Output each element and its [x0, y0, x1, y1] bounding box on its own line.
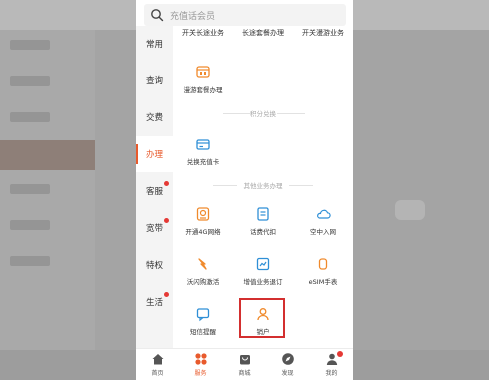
category-privilege[interactable]: 特权: [136, 247, 173, 283]
search-placeholder: 充值话会员: [170, 11, 216, 22]
item-sms-reminder[interactable]: 短信提醒: [173, 306, 233, 336]
flash-icon: [198, 258, 207, 270]
tab-label: 我的: [325, 370, 338, 377]
tab-label: 服务: [194, 370, 207, 377]
watch-icon: [318, 258, 328, 270]
section-title: 积分兑换: [250, 110, 276, 118]
search-bar[interactable]: 充值话会员: [144, 4, 346, 26]
item-label: 漫游套餐办理: [183, 86, 223, 94]
message-icon: [196, 308, 210, 322]
tab-label: 商城: [238, 370, 251, 377]
category-sidebar: 常用 查询 交费 办理 客服 宽带 特权 生活: [136, 26, 173, 348]
tab-discover[interactable]: 发现: [266, 352, 309, 377]
tab-label: 首页: [151, 370, 164, 377]
document-icon: [256, 257, 270, 271]
notification-dot: [164, 181, 169, 186]
cloud-icon: [317, 209, 331, 219]
service-panel: 充值话会员 常用 查询 交费 办理 客服 宽带 特权 生活 开关长途业务 长途套…: [136, 0, 353, 380]
item-roaming-package[interactable]: 漫游套餐办理: [173, 64, 233, 94]
highlight-box: [239, 298, 285, 338]
category-handle[interactable]: 办理: [136, 136, 173, 172]
tab-label: 发现: [281, 370, 294, 377]
item-value-added-unsubscribe[interactable]: 增值业务退订: [233, 256, 293, 286]
category-payment[interactable]: 交费: [136, 99, 173, 135]
item-roaming-switch[interactable]: 开关漫游业务: [302, 28, 344, 38]
item-esim-watch[interactable]: eSIM手表: [293, 256, 353, 286]
item-label: 空中入网: [310, 228, 336, 236]
roaming-package-icon: [196, 66, 210, 78]
notification-dot: [164, 218, 169, 223]
home-icon: [152, 354, 163, 365]
item-label: eSIM手表: [308, 278, 338, 286]
bottom-tab-bar: 首页 服务 商城 发现 我的: [136, 348, 353, 380]
service-icon: [194, 353, 207, 365]
category-life[interactable]: 生活: [136, 284, 173, 320]
tab-profile[interactable]: 我的: [310, 351, 353, 377]
item-open-4g[interactable]: 开通4G网络: [173, 206, 233, 236]
category-common[interactable]: 常用: [136, 26, 173, 62]
item-flash-sms[interactable]: 沃闪购激活: [173, 256, 233, 286]
background-active-tab: [0, 140, 95, 170]
category-broadband[interactable]: 宽带: [136, 210, 173, 246]
item-airborne-activation[interactable]: 空中入网: [293, 206, 353, 236]
discover-icon: [281, 353, 294, 365]
notification-dot: [164, 292, 169, 297]
category-customer-service[interactable]: 客服: [136, 173, 173, 209]
notification-badge: [337, 351, 343, 357]
item-label: 开通4G网络: [185, 228, 221, 236]
tab-service[interactable]: 服务: [179, 352, 222, 377]
search-icon: [151, 9, 164, 22]
item-fee-proxy[interactable]: 话费代扣: [233, 206, 293, 236]
tab-home[interactable]: 首页: [136, 352, 179, 377]
card-icon: [196, 139, 210, 150]
background-decoration: [395, 200, 425, 220]
item-label: 话费代扣: [250, 228, 276, 236]
section-points: 积分兑换: [173, 108, 353, 118]
mall-icon: [239, 355, 250, 365]
item-redeem-card[interactable]: 兑换充值卡: [173, 136, 233, 166]
tab-mall[interactable]: 商城: [223, 352, 266, 377]
background-sidebar: [0, 30, 95, 350]
category-query[interactable]: 查询: [136, 62, 173, 98]
item-label: 增值业务退订: [243, 278, 283, 286]
item-label: 短信提醒: [190, 328, 216, 336]
section-title: 其他业务办理: [243, 182, 283, 190]
item-long-distance-package[interactable]: 长途套餐办理: [242, 28, 284, 38]
item-long-distance-switch[interactable]: 开关长途业务: [182, 28, 224, 38]
item-label: 沃闪购激活: [186, 278, 220, 286]
item-label: 兑换充值卡: [186, 158, 220, 166]
receipt-icon: [257, 207, 269, 221]
4g-icon: [196, 207, 210, 221]
section-other: 其他业务办理: [173, 180, 353, 190]
